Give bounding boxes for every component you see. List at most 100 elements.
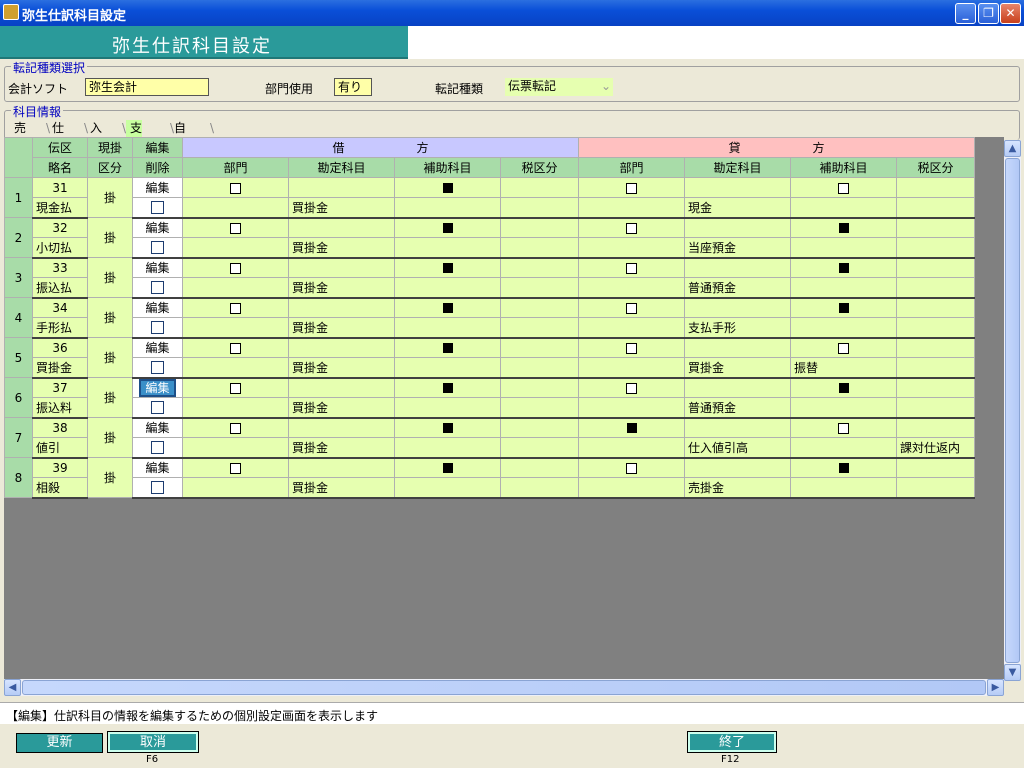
tab-1[interactable]: 仕入 bbox=[48, 120, 64, 151]
debit-account[interactable]: 買掛金 bbox=[288, 237, 395, 259]
debit-sub-flag[interactable] bbox=[394, 257, 501, 278]
scroll-up-icon[interactable]: ▲ bbox=[1004, 140, 1021, 157]
credit-sub-flag[interactable] bbox=[790, 377, 897, 398]
credit-tax[interactable] bbox=[896, 477, 975, 499]
edit-button[interactable]: 編集 bbox=[145, 299, 169, 316]
credit-sub-account[interactable] bbox=[790, 317, 897, 339]
credit-sub-account[interactable] bbox=[790, 397, 897, 419]
debit-tax[interactable] bbox=[500, 357, 579, 379]
credit-account[interactable]: 普通預金 bbox=[684, 277, 791, 299]
credit-account[interactable]: 買掛金 bbox=[684, 357, 791, 379]
minimize-button[interactable]: _ bbox=[955, 3, 976, 24]
debit-dept-value[interactable] bbox=[182, 317, 289, 339]
credit-sub-account[interactable] bbox=[790, 277, 897, 299]
edit-button[interactable]: 編集 bbox=[145, 339, 169, 356]
credit-sub-flag[interactable] bbox=[790, 337, 897, 358]
vertical-scroll-thumb[interactable] bbox=[1005, 158, 1020, 663]
delete-checkbox[interactable] bbox=[151, 361, 164, 375]
debit-dept-value[interactable] bbox=[182, 477, 289, 499]
credit-account[interactable]: 支払手形 bbox=[684, 317, 791, 339]
horizontal-scroll-thumb[interactable] bbox=[22, 680, 986, 695]
credit-sub-flag[interactable] bbox=[790, 177, 897, 198]
debit-tax[interactable] bbox=[500, 477, 579, 499]
credit-sub-account[interactable] bbox=[790, 237, 897, 259]
credit-sub-account[interactable] bbox=[790, 197, 897, 219]
credit-dept-value[interactable] bbox=[578, 357, 685, 379]
edit-button[interactable]: 編集 bbox=[145, 419, 169, 436]
credit-dept-flag[interactable] bbox=[578, 297, 685, 318]
scroll-down-icon[interactable]: ▼ bbox=[1004, 664, 1021, 681]
credit-sub-flag[interactable] bbox=[790, 217, 897, 238]
debit-dept-value[interactable] bbox=[182, 237, 289, 259]
tab-4[interactable]: 自動 bbox=[170, 120, 186, 151]
debit-sub-flag[interactable] bbox=[394, 417, 501, 438]
debit-sub-flag[interactable] bbox=[394, 337, 501, 358]
scroll-right-icon[interactable]: ▶ bbox=[987, 679, 1004, 696]
debit-account[interactable]: 買掛金 bbox=[288, 277, 395, 299]
debit-dept-value[interactable] bbox=[182, 197, 289, 219]
delete-checkbox[interactable] bbox=[151, 241, 164, 255]
credit-dept-value[interactable] bbox=[578, 317, 685, 339]
debit-dept-value[interactable] bbox=[182, 277, 289, 299]
delete-checkbox[interactable] bbox=[151, 401, 164, 415]
debit-tax[interactable] bbox=[500, 277, 579, 299]
credit-dept-flag[interactable] bbox=[578, 177, 685, 198]
vertical-scrollbar[interactable]: ▲ ▼ bbox=[1004, 140, 1021, 681]
credit-dept-flag[interactable] bbox=[578, 417, 685, 438]
credit-dept-flag[interactable] bbox=[578, 377, 685, 398]
credit-dept-value[interactable] bbox=[578, 477, 685, 499]
dept-field[interactable]: 有り bbox=[334, 78, 372, 96]
debit-sub-account[interactable] bbox=[394, 277, 501, 299]
credit-tax[interactable] bbox=[896, 357, 975, 379]
soft-field[interactable]: 弥生会計 bbox=[85, 78, 209, 96]
credit-account[interactable]: 当座預金 bbox=[684, 237, 791, 259]
debit-account[interactable]: 買掛金 bbox=[288, 197, 395, 219]
credit-dept-value[interactable] bbox=[578, 237, 685, 259]
tab-3[interactable]: 支払 bbox=[126, 120, 143, 151]
debit-sub-flag[interactable] bbox=[394, 457, 501, 478]
horizontal-scrollbar[interactable]: ◀ ▶ bbox=[4, 679, 1004, 696]
credit-dept-value[interactable] bbox=[578, 197, 685, 219]
delete-checkbox-cell[interactable] bbox=[132, 277, 183, 299]
debit-sub-flag[interactable] bbox=[394, 297, 501, 318]
credit-tax[interactable] bbox=[896, 277, 975, 299]
debit-dept-value[interactable] bbox=[182, 357, 289, 379]
debit-sub-flag[interactable] bbox=[394, 177, 501, 198]
credit-sub-flag[interactable] bbox=[790, 417, 897, 438]
debit-tax[interactable] bbox=[500, 397, 579, 419]
delete-checkbox[interactable] bbox=[151, 321, 164, 335]
delete-checkbox-cell[interactable] bbox=[132, 437, 183, 459]
credit-dept-flag[interactable] bbox=[578, 217, 685, 238]
debit-sub-account[interactable] bbox=[394, 397, 501, 419]
credit-dept-value[interactable] bbox=[578, 437, 685, 459]
close-button[interactable]: ✕ bbox=[1000, 3, 1021, 24]
debit-dept-flag[interactable] bbox=[182, 457, 289, 478]
debit-sub-account[interactable] bbox=[394, 477, 501, 499]
debit-sub-account[interactable] bbox=[394, 197, 501, 219]
cancel-button[interactable]: 取消 bbox=[107, 731, 199, 753]
debit-tax[interactable] bbox=[500, 237, 579, 259]
debit-dept-value[interactable] bbox=[182, 437, 289, 459]
delete-checkbox-cell[interactable] bbox=[132, 237, 183, 259]
credit-dept-flag[interactable] bbox=[578, 457, 685, 478]
tab-0[interactable]: 売上 bbox=[10, 120, 26, 151]
debit-tax[interactable] bbox=[500, 197, 579, 219]
debit-tax[interactable] bbox=[500, 437, 579, 459]
debit-sub-account[interactable] bbox=[394, 237, 501, 259]
debit-account[interactable]: 買掛金 bbox=[288, 357, 395, 379]
credit-account[interactable]: 売掛金 bbox=[684, 477, 791, 499]
credit-sub-flag[interactable] bbox=[790, 297, 897, 318]
tab-2[interactable]: 入金 bbox=[86, 120, 102, 151]
edit-button[interactable]: 編集 bbox=[145, 459, 169, 476]
debit-sub-flag[interactable] bbox=[394, 217, 501, 238]
type-select[interactable]: 伝票転記 ⌄ bbox=[505, 78, 613, 96]
debit-dept-flag[interactable] bbox=[182, 337, 289, 358]
edit-button[interactable]: 編集 bbox=[145, 219, 169, 236]
credit-tax[interactable] bbox=[896, 237, 975, 259]
debit-dept-flag[interactable] bbox=[182, 257, 289, 278]
credit-sub-flag[interactable] bbox=[790, 257, 897, 278]
credit-sub-account[interactable] bbox=[790, 477, 897, 499]
delete-checkbox-cell[interactable] bbox=[132, 197, 183, 219]
delete-checkbox[interactable] bbox=[151, 201, 164, 215]
debit-sub-flag[interactable] bbox=[394, 377, 501, 398]
